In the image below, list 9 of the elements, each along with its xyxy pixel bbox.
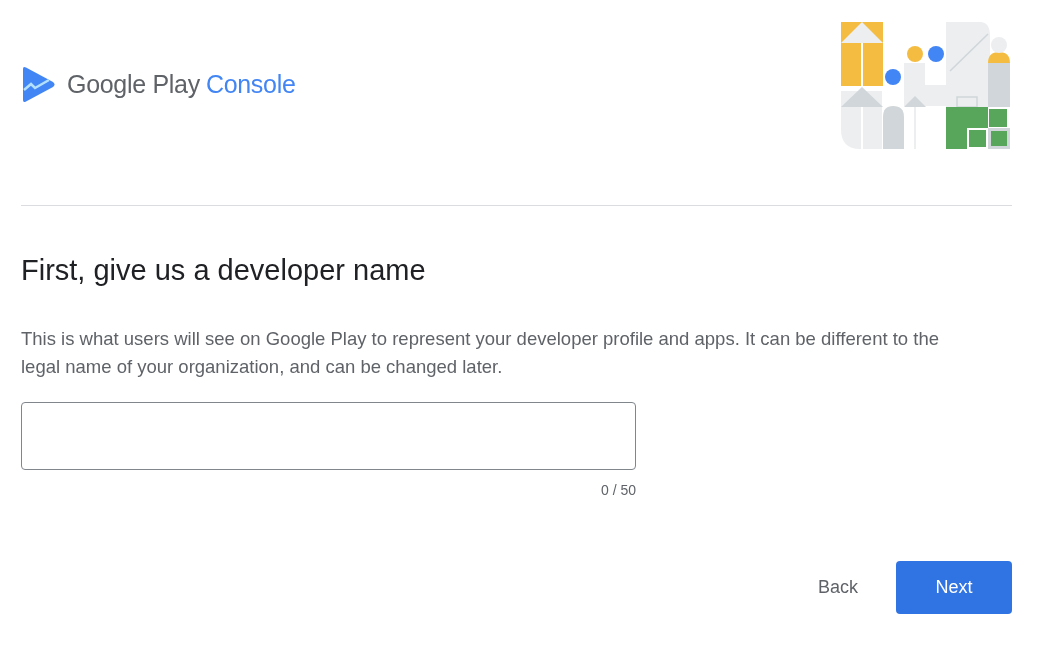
play-logo-icon xyxy=(21,66,55,104)
brand-name: Google Play xyxy=(67,69,200,100)
product-name: Console xyxy=(205,69,296,100)
back-button[interactable]: Back xyxy=(801,560,874,614)
page-heading: First, give us a developer name xyxy=(21,253,427,288)
next-button[interactable]: Next xyxy=(896,560,1012,614)
developer-name-input-field[interactable] xyxy=(21,401,636,470)
description-text: This is what users will see on Google Play to represent your developer profile and apps. It can be different to the legal name of your organization, and can be changed later. xyxy=(21,326,940,379)
character-counter: 0 / 50 xyxy=(599,480,636,500)
